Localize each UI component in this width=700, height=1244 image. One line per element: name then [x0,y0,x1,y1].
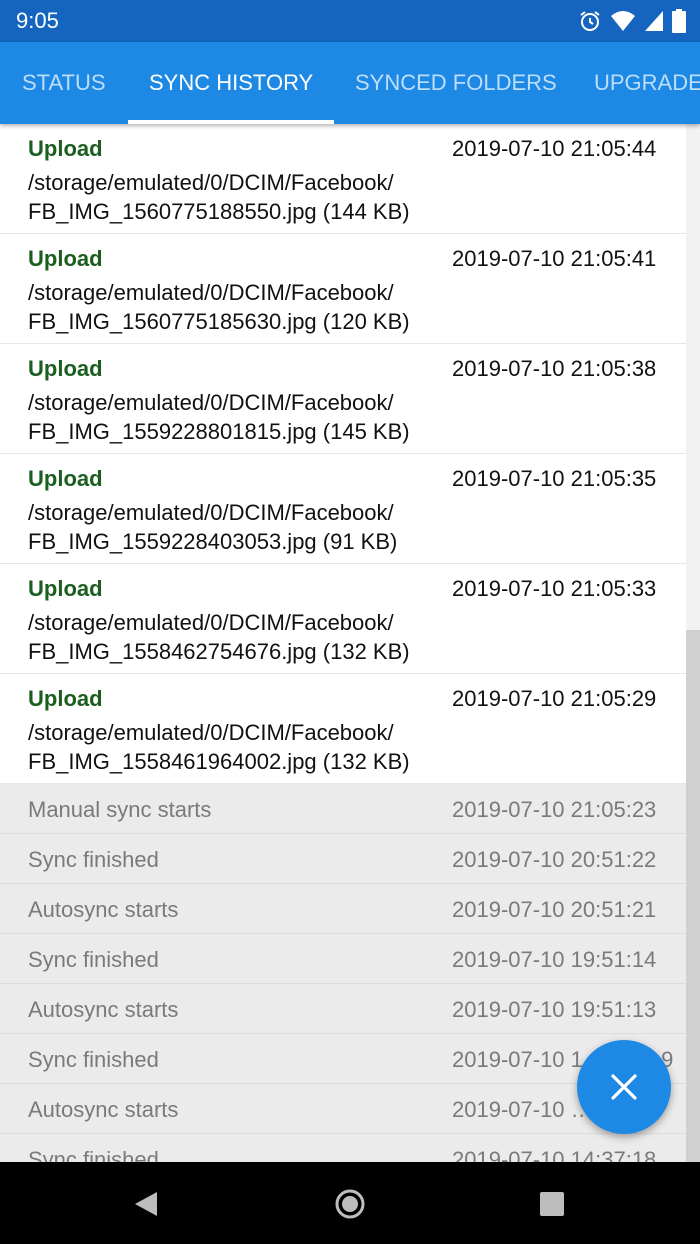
file-path: /storage/emulated/0/DCIM/Facebook/FB_IMG… [28,500,398,554]
tab-status[interactable]: STATUS [22,42,106,124]
list-item[interactable]: Sync finished 2019-07-10 14:37:18 [0,1134,686,1162]
scrollbar[interactable] [686,124,700,1162]
nav-bar [0,1162,700,1244]
timestamp: 2019-07-10 21:05:23 [452,797,657,822]
recents-icon [540,1192,564,1216]
event-label: Sync finished [28,847,159,872]
close-fab-button[interactable] [577,1040,671,1134]
home-button[interactable] [330,1184,370,1224]
timestamp: 2019-07-10 21:05:33 [452,576,657,601]
file-path: /storage/emulated/0/DCIM/Facebook/FB_IMG… [28,610,410,664]
event-type: Upload [28,576,103,601]
wifi-icon [611,11,635,31]
event-type: Upload [28,136,103,161]
tab-synced-folders[interactable]: SYNCED FOLDERS [355,42,557,124]
event-type: Upload [28,356,103,381]
recents-button[interactable] [532,1184,572,1224]
timestamp: 2019-07-10 20:51:21 [452,897,657,922]
event-label: Sync finished [28,1147,159,1162]
file-path: /storage/emulated/0/DCIM/Facebook/FB_IMG… [28,720,410,774]
list-item[interactable]: Autosync starts 2019-07-10 20:51:21 [0,884,686,934]
event-label: Autosync starts [28,897,179,922]
battery-icon [672,9,686,33]
list-item[interactable]: Sync finished 2019-07-10 19:51:14 [0,934,686,984]
file-path: /storage/emulated/0/DCIM/Facebook/FB_IMG… [28,390,410,444]
timestamp: 2019-07-10 21:05:29 [452,686,657,711]
status-icons [578,8,686,34]
timestamp: 2019-07-10 21:05:35 [452,466,657,491]
event-label: Manual sync starts [28,797,212,822]
status-bar: 9:05 [0,0,700,42]
list-item[interactable]: Autosync starts 2019-07-10 19:51:13 [0,984,686,1034]
timestamp: 2019-07-10 … [452,1097,593,1122]
tab-bar: STATUS SYNC HISTORY SYNCED FOLDERS UPGRA… [0,42,700,124]
list-item[interactable]: Upload /storage/emulated/0/DCIM/Facebook… [0,674,686,784]
event-label: Autosync starts [28,997,179,1022]
sync-history-list[interactable]: Upload /storage/emulated/0/DCIM/Facebook… [0,124,686,1162]
home-icon [335,1189,365,1219]
timestamp: 2019-07-10 19:51:13 [452,997,657,1022]
event-label: Autosync starts [28,1097,179,1122]
tab-sync-history[interactable]: SYNC HISTORY [149,42,313,124]
file-path: /storage/emulated/0/DCIM/Facebook/FB_IMG… [28,170,410,224]
timestamp: 2019-07-10 20:51:22 [452,847,657,872]
event-label: Sync finished [28,947,159,972]
list-item[interactable]: Upload /storage/emulated/0/DCIM/Facebook… [0,564,686,674]
list-item[interactable]: Upload /storage/emulated/0/DCIM/Facebook… [0,124,686,234]
timestamp: 2019-07-10 21:05:44 [452,136,657,161]
timestamp: 2019-07-10 19:51:14 [452,947,657,972]
file-path: /storage/emulated/0/DCIM/Facebook/FB_IMG… [28,280,410,334]
list-item[interactable]: Upload /storage/emulated/0/DCIM/Facebook… [0,234,686,344]
tab-upgrade[interactable]: UPGRADE [594,42,700,124]
event-label: Sync finished [28,1047,159,1072]
close-icon [611,1074,637,1100]
timestamp: 2019-07-10 21:05:38 [452,356,657,381]
event-type: Upload [28,466,103,491]
alarm-icon [580,11,600,31]
back-icon [135,1192,157,1216]
list-item[interactable]: Sync finished 2019-07-10 20:51:22 [0,834,686,884]
event-type: Upload [28,246,103,271]
timestamp: 2019-07-10 14:37:18 [452,1147,657,1162]
signal-icon [645,11,663,31]
list-item[interactable]: Upload /storage/emulated/0/DCIM/Facebook… [0,454,686,564]
status-time: 9:05 [16,8,59,33]
list-item[interactable]: Upload /storage/emulated/0/DCIM/Facebook… [0,344,686,454]
back-button[interactable] [126,1184,166,1224]
timestamp: 2019-07-10 21:05:41 [452,246,657,271]
list-item[interactable]: Manual sync starts 2019-07-10 21:05:23 [0,784,686,834]
scrollbar-thumb[interactable] [686,630,700,1162]
tab-indicator [128,120,334,124]
event-type: Upload [28,686,103,711]
